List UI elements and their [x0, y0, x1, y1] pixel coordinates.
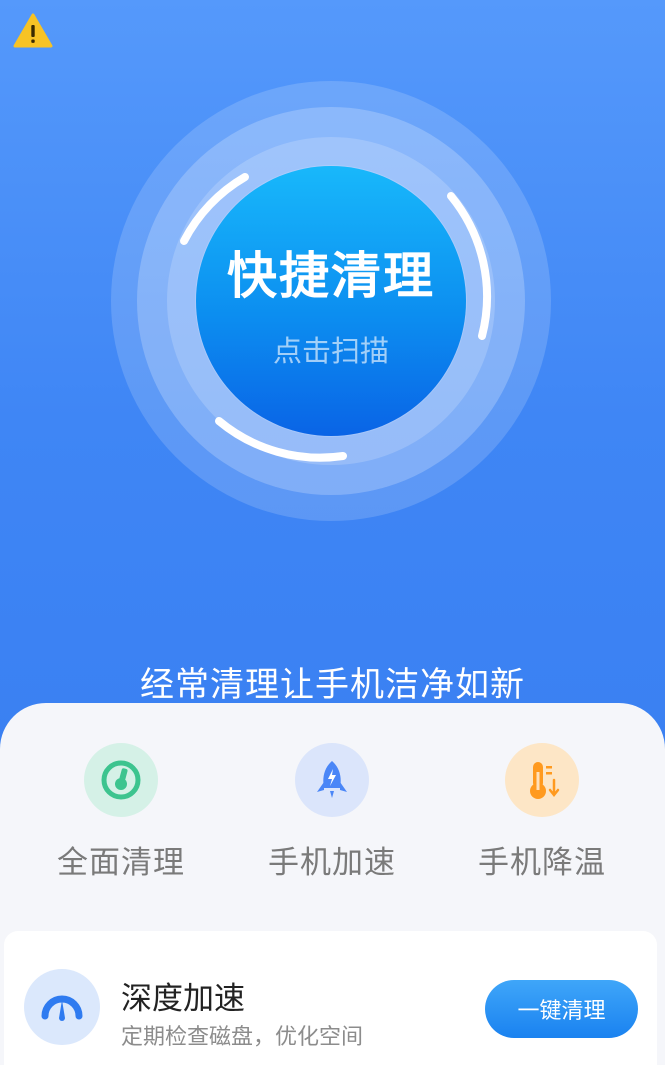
one-click-clean-button[interactable]: 一键清理 [485, 980, 638, 1038]
scan-subtitle[interactable]: 点击扫描 [196, 328, 466, 370]
rocket-icon [295, 743, 369, 817]
tool-label: 手机加速 [268, 845, 396, 881]
warning-icon[interactable] [13, 13, 53, 49]
scan-title[interactable]: 快捷清理 [196, 236, 466, 308]
full-clean-icon [84, 743, 158, 817]
card-description: 定期检查磁盘，优化空间 [121, 1025, 364, 1050]
thermometer-icon [505, 743, 579, 817]
tool-full-clean[interactable]: 全面清理 [21, 743, 221, 882]
tool-phone-cooling[interactable]: 手机降温 [442, 743, 642, 882]
card-title: 深度加速 [121, 981, 245, 1017]
speedometer-icon [24, 969, 100, 1045]
tagline: 经常清理让手机洁净如新 [140, 665, 525, 705]
tool-label: 全面清理 [57, 845, 185, 881]
tool-phone-boost[interactable]: 手机加速 [232, 743, 432, 882]
tool-label: 手机降温 [478, 845, 606, 881]
